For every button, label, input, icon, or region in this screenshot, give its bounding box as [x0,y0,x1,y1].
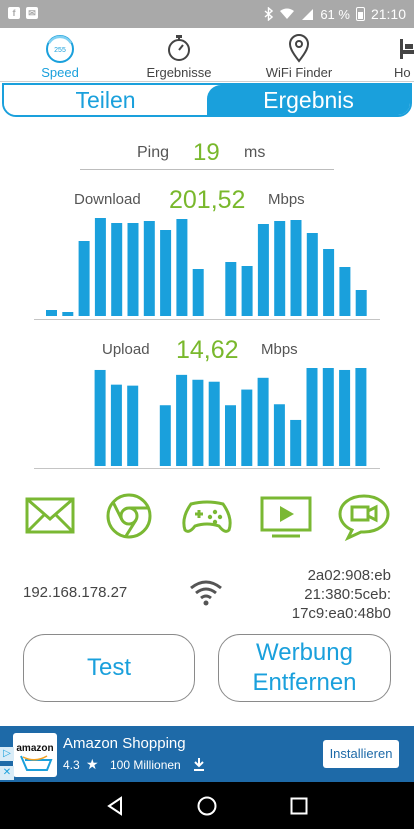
upload-bar-18 [339,369,351,466]
upload-bar-7 [159,405,171,466]
ad-close-icon[interactable]: ✕ [0,766,14,780]
wifi-icon [190,580,222,606]
back-icon[interactable] [106,796,124,816]
amazon-logo: amazon [13,733,57,777]
upload-bar-12 [241,389,253,466]
upload-bar-14 [273,404,285,466]
upload-bar-13 [257,377,269,466]
video-player-icon[interactable] [258,490,314,542]
upload-bar-4 [110,384,122,466]
upload-bar-9 [192,379,204,466]
upload-bar-19 [355,368,367,466]
adchoices-icon[interactable]: ▷ [0,747,14,761]
browser-icon[interactable] [101,490,157,542]
system-nav-bar [0,782,414,829]
shopping-cart-icon [20,755,53,771]
ad-downloads: 100 Millionen [110,758,181,772]
upload-bar-10 [208,381,220,466]
remove-ads-line-2: Entfernen [252,669,357,696]
ad-title: Amazon Shopping [63,735,186,752]
ipv6-line-1: 2a02:908:eb [307,567,391,584]
recents-icon[interactable] [289,796,309,816]
ad-install-button[interactable]: Installieren [323,740,399,768]
test-button-label: Test [86,654,131,681]
upload-bar-5 [127,385,139,466]
ad-rating: 4.3 [63,758,80,772]
home-icon[interactable] [196,795,218,817]
upload-bar-17 [322,368,334,466]
remove-ads-button[interactable]: Werbung Entfernen [218,634,391,702]
upload-bar-8 [176,374,188,466]
upload-bar-15 [290,419,302,466]
ad-banner[interactable]: amazon Amazon Shopping 4.3 ★ 100 Million… [0,726,414,782]
email-icon[interactable] [22,490,78,542]
test-button[interactable]: Test [23,634,195,702]
upload-chart [34,368,380,469]
ipv4-address: 192.168.178.27 [23,584,128,601]
upload-bar-16 [306,368,318,466]
ipv6-line-2: 21:380:5ceb: [304,586,391,603]
remove-ads-line-1: Werbung [256,639,353,666]
upload-bar-3 [94,369,106,466]
download-icon [194,758,204,771]
upload-bar-11 [225,405,236,466]
gamepad-icon[interactable] [179,490,235,542]
category-icons-row [0,490,414,546]
star-icon: ★ [86,756,99,772]
ipv6-line-3: 17c9:ea0:48b0 [291,605,391,622]
video-chat-icon[interactable] [336,490,392,542]
ipv6-address: 2a02:908:eb 21:380:5ceb: 17c9:ea0:48b0 [292,566,391,623]
